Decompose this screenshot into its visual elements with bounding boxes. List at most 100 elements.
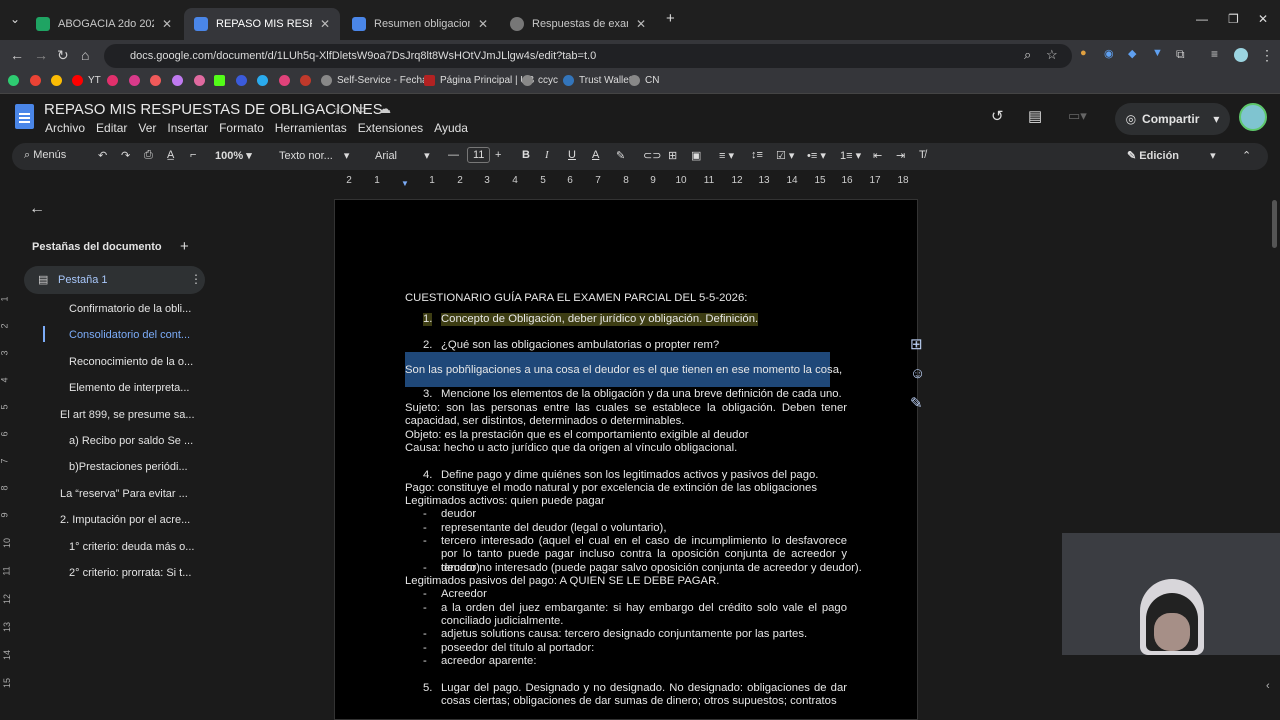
- outline-item[interactable]: 1° criterio: deuda más o...: [69, 541, 194, 553]
- cn-bookmark[interactable]: CN: [629, 75, 659, 86]
- clear-formatting-icon[interactable]: T̸: [919, 149, 926, 161]
- back-arrow-icon[interactable]: ←: [29, 200, 45, 218]
- outline-item[interactable]: 2. Imputación por el acre...: [60, 514, 190, 526]
- checklist-icon[interactable]: ☑ ▾: [776, 149, 794, 162]
- outline-item[interactable]: Confirmatorio de la obli...: [69, 303, 191, 315]
- extension-icon[interactable]: ▼: [1152, 47, 1163, 59]
- menu-ayuda[interactable]: Ayuda: [434, 121, 468, 135]
- star-icon[interactable]: ☆: [333, 102, 345, 118]
- kebab-menu-icon[interactable]: ⋮: [190, 272, 202, 286]
- outline-item[interactable]: Reconocimiento de la o...: [69, 356, 193, 368]
- menu-ver[interactable]: Ver: [138, 121, 156, 135]
- bookmark-icon[interactable]: [279, 75, 295, 86]
- bookmark-icon[interactable]: [150, 75, 166, 86]
- browser-tab-2[interactable]: REPASO MIS RESPUESTAS DE O ✕: [184, 8, 340, 40]
- scrollbar-thumb[interactable]: [1272, 200, 1277, 248]
- decrease-indent-icon[interactable]: ⇤: [873, 149, 882, 162]
- bookmark-icon[interactable]: [236, 75, 252, 86]
- browser-tab-4[interactable]: Respuestas de examen ✕: [500, 8, 656, 40]
- outline-item[interactable]: La “reserva” Para evitar ...: [60, 488, 188, 500]
- bookmark-icon[interactable]: [214, 75, 230, 86]
- browser-tab-3[interactable]: Resumen obligaciones - Docum ✕: [342, 8, 498, 40]
- insert-image-icon[interactable]: ▣: [691, 149, 701, 162]
- comments-icon[interactable]: ▤: [1028, 107, 1042, 125]
- menu-editar[interactable]: Editar: [96, 121, 127, 135]
- outline-item[interactable]: Elemento de interpreta...: [69, 382, 189, 394]
- menu-insertar[interactable]: Insertar: [167, 121, 208, 135]
- font-size-input[interactable]: 11: [467, 147, 491, 163]
- browser-tab-1[interactable]: ABOGACIA 2do 2026 - Google ✕: [26, 8, 182, 40]
- extensions-puzzle-icon[interactable]: ⧉: [1176, 47, 1185, 62]
- telegram-bookmark-icon[interactable]: [257, 75, 273, 86]
- bold-icon[interactable]: B: [522, 149, 530, 161]
- gmail-bookmark-icon[interactable]: [30, 75, 46, 86]
- text-color-icon[interactable]: A: [592, 149, 599, 161]
- chevron-up-icon[interactable]: ⌃: [1242, 149, 1251, 162]
- italic-icon[interactable]: I: [545, 149, 549, 161]
- version-history-icon[interactable]: ↺: [991, 107, 1004, 125]
- spellcheck-icon[interactable]: A̲: [167, 149, 174, 161]
- document-title[interactable]: REPASO MIS RESPUESTAS DE OBLIGACIONES: [44, 101, 383, 118]
- profile-avatar[interactable]: [1234, 48, 1248, 62]
- extension-icon[interactable]: ◆: [1128, 47, 1136, 60]
- star-icon[interactable]: ☆: [1046, 47, 1058, 63]
- trust-wallet-bookmark[interactable]: Trust Wallet: [563, 75, 632, 86]
- ccyc-bookmark[interactable]: ccyc: [522, 75, 558, 86]
- user-avatar[interactable]: [1239, 103, 1267, 131]
- outline-item[interactable]: El art 899, se presume sa...: [60, 409, 195, 421]
- add-comment-icon[interactable]: ⊞: [668, 149, 677, 162]
- close-window-icon[interactable]: ✕: [1258, 12, 1268, 26]
- self-service-bookmark[interactable]: Self-Service - Fecha...: [321, 75, 436, 86]
- menu-herramientas[interactable]: Herramientas: [275, 121, 347, 135]
- drive-bookmark-icon[interactable]: [51, 75, 67, 86]
- undo-icon[interactable]: ↶: [98, 149, 107, 162]
- link-icon[interactable]: ⊂⊃: [643, 149, 661, 162]
- outline-item[interactable]: 2° criterio: prorrata: Si t...: [69, 567, 191, 579]
- kebab-menu-icon[interactable]: ⋮: [1260, 47, 1274, 64]
- extension-icon[interactable]: ●: [1080, 47, 1087, 59]
- increase-font-size-icon[interactable]: +: [495, 149, 501, 161]
- instagram-bookmark-icon[interactable]: [107, 75, 123, 86]
- minimize-icon[interactable]: —: [1196, 12, 1208, 26]
- docs-logo-icon[interactable]: [15, 104, 34, 129]
- editing-mode-select[interactable]: ✎ Edición ▾: [1127, 149, 1216, 162]
- share-button[interactable]: ◎ Compartir ▾: [1115, 103, 1230, 135]
- forward-icon[interactable]: →: [34, 47, 48, 63]
- back-icon[interactable]: ←: [10, 47, 24, 63]
- bulleted-list-icon[interactable]: •≡ ▾: [807, 149, 826, 162]
- outline-item[interactable]: b)Prestaciones periódi...: [69, 461, 188, 473]
- extension-icon[interactable]: ◉: [1104, 47, 1114, 60]
- youtube-bookmark[interactable]: YT: [72, 75, 101, 86]
- align-icon[interactable]: ≡ ▾: [719, 149, 734, 162]
- numbered-list-icon[interactable]: 1≡ ▾: [840, 149, 861, 162]
- bookmark-icon[interactable]: [8, 75, 24, 86]
- search-menus[interactable]: ⌕ Menús: [24, 149, 66, 162]
- increase-indent-icon[interactable]: ⇥: [896, 149, 905, 162]
- add-tab-icon[interactable]: +: [180, 238, 189, 255]
- reload-icon[interactable]: ↻: [57, 47, 69, 64]
- outline-item[interactable]: a) Recibo por saldo Se ...: [69, 435, 193, 447]
- emoji-reaction-icon[interactable]: ☺: [910, 365, 925, 382]
- close-icon[interactable]: ✕: [320, 17, 330, 31]
- ub-bookmark[interactable]: Página Principal | UB: [424, 75, 534, 86]
- suggest-edits-icon[interactable]: ✎: [910, 394, 923, 412]
- outline-item[interactable]: Consolidatorio del cont...: [69, 329, 190, 341]
- add-comment-icon[interactable]: ⊞: [910, 335, 923, 353]
- close-icon[interactable]: ✕: [162, 17, 172, 31]
- chevron-left-icon[interactable]: ‹: [1266, 680, 1270, 692]
- zoom-select[interactable]: 100% ▾: [215, 149, 252, 162]
- print-icon[interactable]: ⎙: [144, 149, 153, 162]
- document-page[interactable]: CUESTIONARIO GUÍA PARA EL EXAMEN PARCIAL…: [334, 199, 918, 720]
- move-folder-icon[interactable]: ▭: [355, 102, 366, 116]
- menu-extensiones[interactable]: Extensiones: [358, 121, 423, 135]
- redo-icon[interactable]: ↷: [121, 149, 130, 162]
- close-icon[interactable]: ✕: [478, 17, 488, 31]
- indent-marker-icon[interactable]: ▼: [401, 179, 409, 188]
- close-icon[interactable]: ✕: [636, 17, 646, 31]
- line-spacing-icon[interactable]: ↕≡: [751, 149, 763, 161]
- address-bar[interactable]: docs.google.com/document/d/1LUh5q-XlfDle…: [104, 44, 1072, 68]
- highlight-icon[interactable]: ✎: [616, 149, 625, 162]
- decrease-font-size-icon[interactable]: —: [448, 149, 459, 161]
- sidebar-tab-1[interactable]: ▤ Pestaña 1 ⋮: [24, 266, 205, 294]
- bookmark-icon[interactable]: [172, 75, 188, 86]
